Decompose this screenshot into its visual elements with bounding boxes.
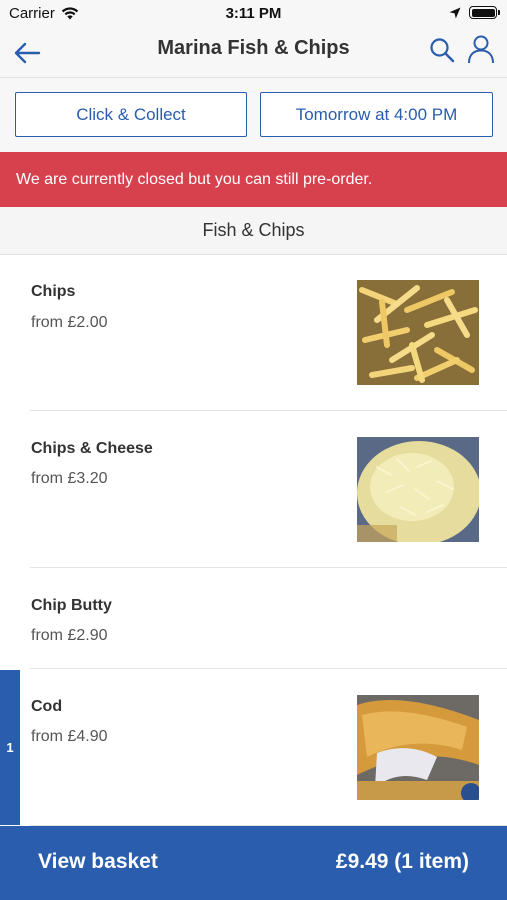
menu-item-chip-butty[interactable]: Chip Butty from £2.90 <box>0 568 507 669</box>
account-icon[interactable] <box>466 34 496 64</box>
back-arrow-icon[interactable] <box>12 38 42 68</box>
menu-item-chips-and-cheese[interactable]: Chips & Cheese from £3.20 <box>0 411 507 568</box>
item-name: Chips & Cheese <box>31 440 153 457</box>
order-time-button[interactable]: Tomorrow at 4:00 PM <box>260 92 493 137</box>
chips-and-cheese-photo <box>357 437 479 542</box>
basket-total: £9.49 (1 item) <box>335 850 469 873</box>
basket-quantity-badge: 1 <box>0 670 20 825</box>
closed-banner: We are currently closed but you can stil… <box>0 152 507 207</box>
item-price: from £2.90 <box>31 627 108 644</box>
page-title: Marina Fish & Chips <box>157 37 350 59</box>
navigation-bar: Marina Fish & Chips <box>0 28 507 78</box>
cod-photo <box>357 695 479 800</box>
click-and-collect-button[interactable]: Click & Collect <box>15 92 247 137</box>
item-price: from £3.20 <box>31 470 108 487</box>
item-price: from £4.90 <box>31 728 108 745</box>
location-arrow-icon <box>449 7 461 18</box>
order-options: Click & Collect Tomorrow at 4:00 PM <box>0 78 507 152</box>
status-right <box>449 6 500 19</box>
view-basket-button[interactable]: View basket £9.49 (1 item) <box>0 826 507 900</box>
item-price: from £2.00 <box>31 314 108 331</box>
chips-photo <box>357 280 479 385</box>
category-header: Fish & Chips <box>0 207 507 255</box>
search-icon[interactable] <box>428 36 456 64</box>
status-time: 3:11 PM <box>225 5 282 22</box>
item-name: Cod <box>31 698 63 715</box>
battery-icon <box>469 6 500 19</box>
item-name: Chip Butty <box>31 597 112 614</box>
menu-item-cod[interactable]: Cod from £4.90 <box>0 669 507 826</box>
basket-label: View basket <box>38 850 158 873</box>
item-name: Chips <box>31 283 76 300</box>
menu-item-chips[interactable]: Chips from £2.00 <box>0 255 507 411</box>
status-bar: Carrier 3:11 PM <box>0 0 507 28</box>
